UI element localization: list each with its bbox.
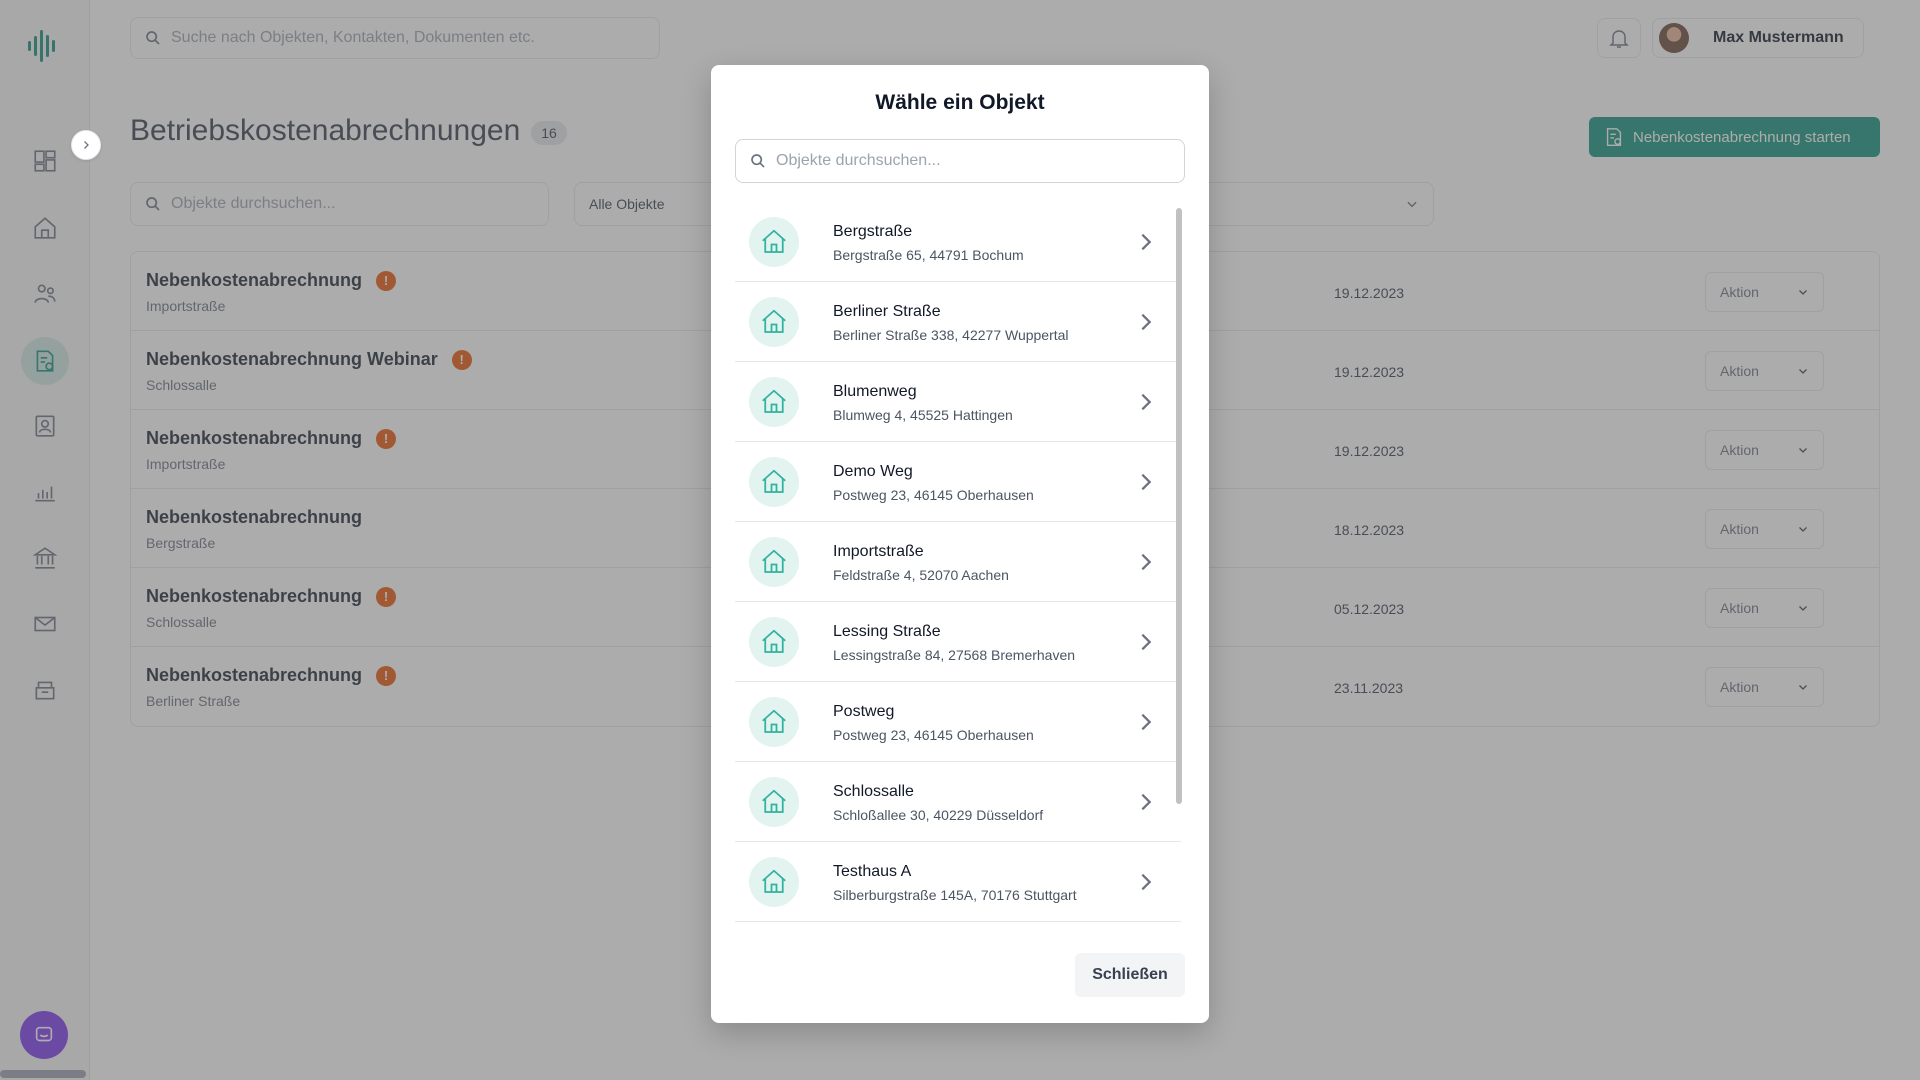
close-button[interactable]: Schließen xyxy=(1075,953,1185,997)
chevron-right-icon xyxy=(1141,633,1152,651)
object-name: Postweg xyxy=(833,703,895,720)
object-address: Blumweg 4, 45525 Hattingen xyxy=(833,407,1013,423)
object-list-item[interactable]: Importstraße Feldstraße 4, 52070 Aachen xyxy=(735,522,1181,602)
chevron-right-icon xyxy=(1141,233,1152,251)
object-list-item[interactable]: Testhaus A Silberburgstraße 145A, 70176 … xyxy=(735,842,1181,922)
object-address: Bergstraße 65, 44791 Bochum xyxy=(833,247,1024,263)
object-name: Importstraße xyxy=(833,543,924,560)
chevron-right-icon xyxy=(1141,713,1152,731)
object-list-item[interactable]: Bergstraße Bergstraße 65, 44791 Bochum xyxy=(735,202,1181,282)
object-address: Postweg 23, 46145 Oberhausen xyxy=(833,727,1034,743)
object-list-scrollbar[interactable] xyxy=(1173,202,1185,924)
object-address: Lessingstraße 84, 27568 Bremerhaven xyxy=(833,647,1076,663)
chevron-right-icon xyxy=(1141,393,1152,411)
object-list-item[interactable]: Postweg Postweg 23, 46145 Oberhausen xyxy=(735,682,1181,762)
modal-search[interactable] xyxy=(735,139,1185,183)
house-icon xyxy=(749,297,799,347)
modal-search-input[interactable] xyxy=(776,152,1184,170)
object-address: Postweg 23, 46145 Oberhausen xyxy=(833,487,1034,503)
object-list-item[interactable]: Demo Weg Postweg 23, 46145 Oberhausen xyxy=(735,442,1181,522)
house-icon xyxy=(749,217,799,267)
house-icon xyxy=(749,857,799,907)
sidebar-expand-chevron-icon[interactable] xyxy=(71,130,101,160)
object-name: Blumenweg xyxy=(833,383,917,400)
object-address: Silberburgstraße 145A, 70176 Stuttgart xyxy=(833,887,1077,903)
chevron-right-icon xyxy=(1141,473,1152,491)
object-name: Schlossalle xyxy=(833,783,914,800)
object-name: Lessing Straße xyxy=(833,623,941,640)
object-name: Bergstraße xyxy=(833,223,913,240)
object-address: Schloßallee 30, 40229 Düsseldorf xyxy=(833,807,1044,823)
chevron-right-icon xyxy=(1141,873,1152,891)
chevron-right-icon xyxy=(1141,313,1152,331)
object-list-item[interactable]: Schlossalle Schloßallee 30, 40229 Düssel… xyxy=(735,762,1181,842)
object-list-item[interactable]: Berliner Straße Berliner Straße 338, 422… xyxy=(735,282,1181,362)
object-name: Demo Weg xyxy=(833,463,913,480)
search-icon xyxy=(751,154,765,168)
house-icon xyxy=(749,697,799,747)
house-icon xyxy=(749,457,799,507)
object-address: Berliner Straße 338, 42277 Wuppertal xyxy=(833,327,1069,343)
object-list-item[interactable]: Lessing Straße Lessingstraße 84, 27568 B… xyxy=(735,602,1181,682)
house-icon xyxy=(749,617,799,667)
chevron-right-icon xyxy=(1141,553,1152,571)
scroll-thumb[interactable] xyxy=(1176,208,1182,804)
object-address: Feldstraße 4, 52070 Aachen xyxy=(833,567,1009,583)
object-list: Bergstraße Bergstraße 65, 44791 Bochum B… xyxy=(735,202,1181,924)
house-icon xyxy=(749,537,799,587)
house-icon xyxy=(749,777,799,827)
modal-title: Wähle ein Objekt xyxy=(875,91,1045,114)
chevron-right-icon xyxy=(1141,793,1152,811)
object-list-item[interactable]: Blumenweg Blumweg 4, 45525 Hattingen xyxy=(735,362,1181,442)
object-name: Testhaus A xyxy=(833,863,912,880)
object-name: Berliner Straße xyxy=(833,303,941,320)
select-object-modal: Wähle ein Objekt Bergstraße Bergstraße 6… xyxy=(711,65,1209,1023)
house-icon xyxy=(749,377,799,427)
